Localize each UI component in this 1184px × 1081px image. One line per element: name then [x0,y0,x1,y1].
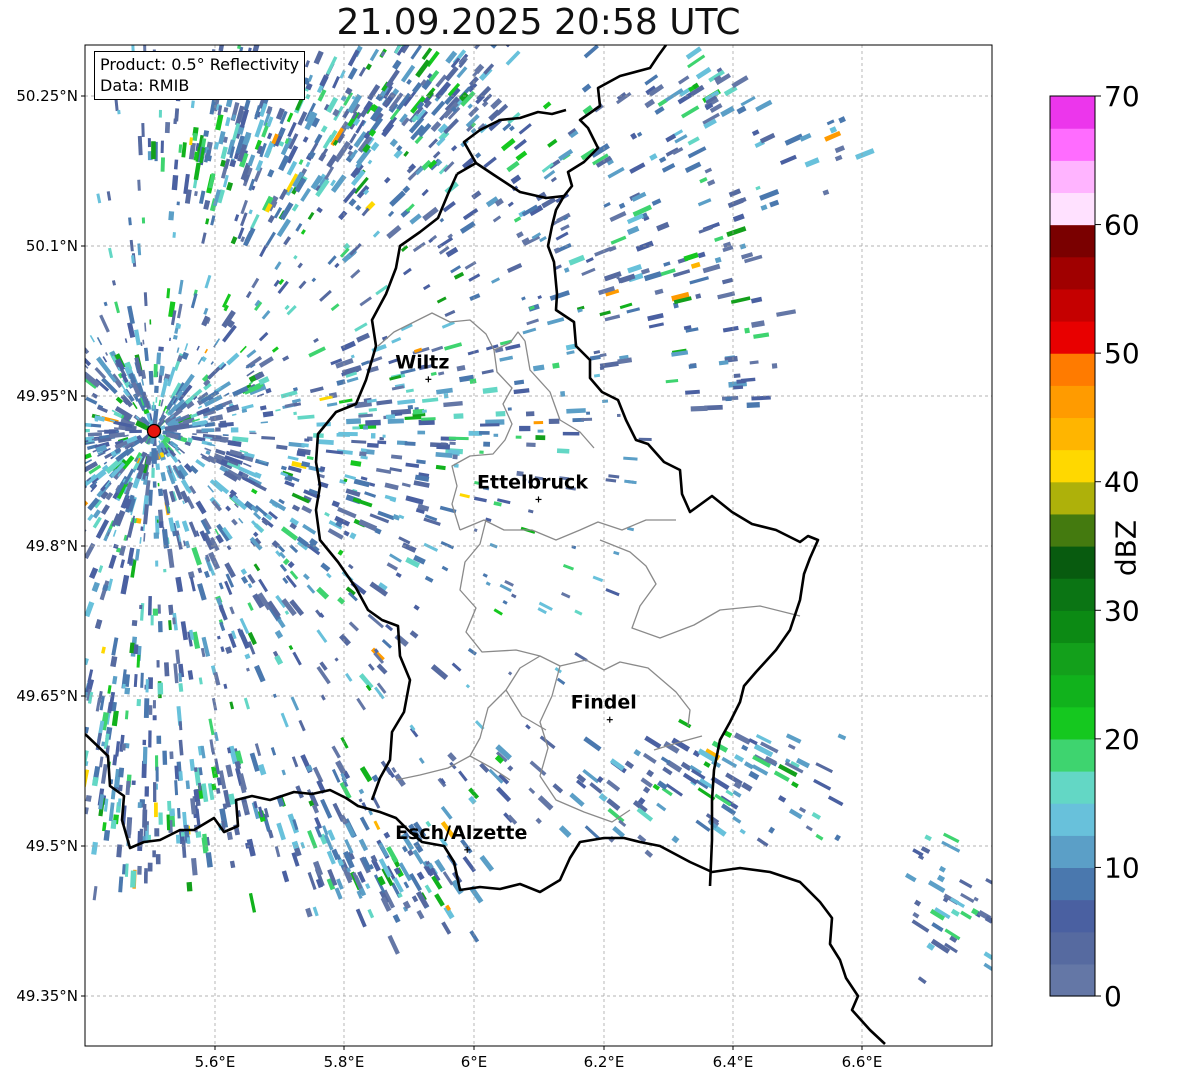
product-label: Product: 0.5° Reflectivity [100,55,300,74]
colorbar-segment [1050,513,1095,547]
colorbar-segment [1050,546,1095,579]
colorbar-tick-label: 30 [1104,594,1140,627]
colorbar-tick-label: 10 [1104,851,1140,884]
city-label: Esch/Alzette [395,822,527,844]
lat-tick-label: 50.1°N [26,237,78,255]
colorbar-tick-label: 70 [1104,80,1140,113]
lat-tick-label: 49.35°N [16,987,78,1005]
colorbar-segment [1050,803,1095,836]
lat-tick-label: 50.25°N [16,87,78,105]
city-label: Wiltz [395,351,449,373]
colorbar-segment [1050,353,1095,386]
radar-site-marker [146,423,162,439]
data-source-label: Data: RMIB [100,76,190,95]
colorbar-tick-label: 0 [1104,980,1122,1013]
colorbar-segment [1050,674,1095,708]
colorbar-segment [1050,160,1095,194]
lat-tick-label: 49.5°N [26,837,78,855]
colorbar-segment [1050,610,1095,644]
colorbar-segment [1050,899,1095,933]
lon-tick-label: 6.6°E [842,1053,883,1071]
lon-tick-label: 6.4°E [713,1053,754,1071]
city-label: Ettelbruck [477,471,588,493]
colorbar-segment [1050,288,1095,322]
lat-tick-label: 49.95°N [16,387,78,405]
product-info-box: Product: 0.5° Reflectivity Data: RMIB [94,51,306,100]
colorbar-tick-label: 50 [1104,337,1140,370]
colorbar-tick-label: 20 [1104,723,1140,756]
colorbar-segment [1050,224,1095,258]
colorbar-segment [1050,192,1095,226]
colorbar-segment [1050,321,1095,354]
colorbar-segment [1050,96,1095,129]
colorbar-segment [1050,256,1095,290]
colorbar-segment [1050,931,1095,965]
colorbar-segment [1050,578,1095,611]
lon-tick-label: 5.8°E [324,1053,365,1071]
colorbar-segment [1050,128,1095,161]
city-label: Findel [571,692,637,714]
colorbar-segment [1050,963,1095,997]
colorbar-tick-label: 40 [1104,466,1140,499]
colorbar-segment [1050,867,1095,901]
lon-tick-label: 5.6°E [195,1053,236,1071]
colorbar-segment [1050,385,1095,419]
lon-tick-label: 6.2°E [584,1053,625,1071]
lat-tick-label: 49.8°N [26,537,78,555]
colorbar-segment [1050,417,1095,451]
radar-site-dot [146,423,162,439]
colorbar-segment [1050,449,1095,483]
colorbar-label: dBZ [1109,519,1143,577]
colorbar-tick-label: 60 [1104,209,1140,242]
colorbar-segment [1050,835,1095,869]
colorbar-segment [1050,738,1095,772]
colorbar-segment [1050,481,1095,515]
colorbar-segment [1050,706,1095,740]
colorbar-segment [1050,642,1095,676]
lon-tick-label: 6°E [461,1053,488,1071]
radar-map-canvas: Wiltz Ettelbruck Findel Esch/Alzette 5.6°E 5… [16,44,1140,1071]
colorbar-segment [1050,771,1095,804]
lat-tick-label: 49.65°N [16,687,78,705]
